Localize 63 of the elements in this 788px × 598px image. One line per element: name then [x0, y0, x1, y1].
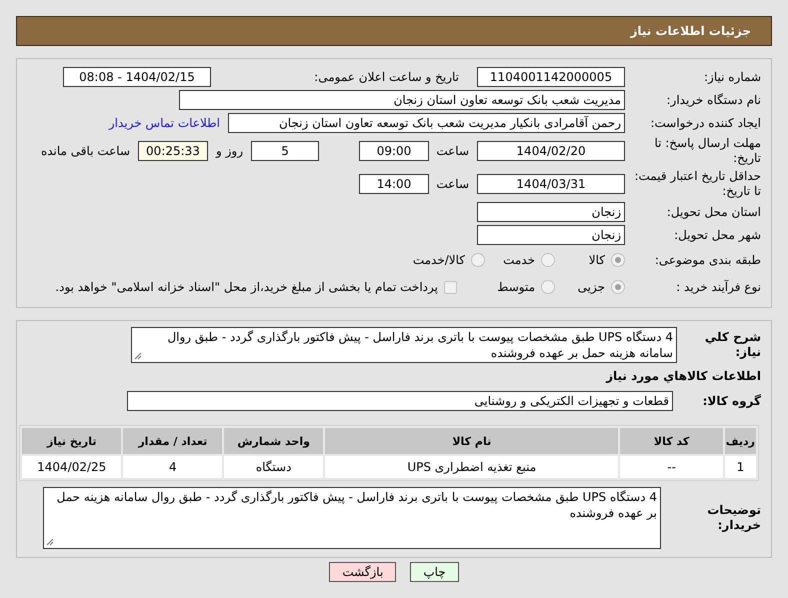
days-label: روز و	[216, 144, 243, 158]
radio-label: کالا	[588, 253, 605, 267]
days-field: 5	[251, 141, 319, 161]
back-button[interactable]: بازگشت	[329, 562, 396, 582]
field-label: شهر محل تحویل:	[673, 228, 761, 242]
table-cell: 1404/02/25	[22, 456, 122, 478]
time-field: 09:00	[359, 141, 429, 161]
time-field: 14:00	[359, 174, 429, 194]
table-cell: 1	[724, 456, 756, 478]
radio-button[interactable]	[541, 280, 555, 294]
field-label: توضیحات خریدار:	[706, 503, 761, 533]
buyer-contact-link[interactable]: اطلاعات تماس خریدار	[108, 116, 220, 130]
radio-button[interactable]	[611, 253, 625, 267]
column-header: واحد شمارش	[224, 428, 324, 454]
radio-label: متوسط	[497, 280, 535, 294]
announce-date-field: 1404/02/15 - 08:08	[63, 67, 211, 87]
time-label: ساعت	[437, 144, 469, 158]
radio-label: جزیی	[578, 280, 605, 294]
time-label: ساعت	[437, 177, 469, 191]
column-header: کد کالا	[620, 428, 723, 454]
radio-button[interactable]	[471, 253, 485, 267]
page-title: جزئیات اطلاعات نیاز	[16, 16, 772, 46]
table-cell: منبع تغذیه اضطراری UPS	[325, 456, 618, 478]
resize-grip-icon[interactable]	[46, 538, 54, 546]
province-field: زنجان	[477, 202, 625, 222]
checkbox-label: پرداخت تمام یا بخشی از مبلغ خرید،از محل "اسناد خزانه اسلامی" خواهد بود.	[55, 280, 438, 294]
column-header: تعداد / مقدار	[123, 428, 222, 454]
column-header: تاریخ نیاز	[22, 428, 122, 454]
field-label: نام دستگاه خریدار:	[666, 92, 761, 108]
column-header: ردیف	[724, 428, 756, 454]
radio-button[interactable]	[541, 253, 555, 267]
checkbox[interactable]	[444, 280, 457, 294]
field-label: شرح کلي نیاز:	[704, 330, 761, 360]
requester-field: رحمن آقامرادی بانکیار مدیریت شعب بانک توسعه تعاون استان زنجان	[228, 113, 625, 133]
buyer-notes-field: 4 دستگاه UPS طبق مشخصات پیوست با باتری برند فاراسل - پیش فاکتور بارگذاری گردد - طبق روال سامانه هزینه حمل بر عهده فروشنده	[43, 487, 661, 549]
radio-label: خدمت	[503, 253, 535, 267]
print-button[interactable]: چاپ	[410, 562, 459, 582]
goods-group-field: قطعات و تجهیزات الکتریکی و روشنایی	[127, 391, 673, 411]
buyer-org-field: مدیریت شعب بانک توسعه تعاون استان زنجان	[179, 90, 625, 110]
table-cell: 4	[123, 456, 222, 478]
city-field: زنجان	[477, 225, 625, 245]
remaining-time-field: 00:25:33	[138, 141, 208, 161]
field-label: طبقه بندی موضوعی:	[654, 252, 761, 268]
field-label: ایجاد کننده درخواست:	[649, 116, 761, 130]
date-field: 1404/03/31	[477, 174, 625, 194]
date-field: 1404/02/20	[477, 141, 625, 161]
table-cell: دستگاه	[224, 456, 324, 478]
column-header: نام کالا	[325, 428, 618, 454]
field-label: استان محل تحویل:	[666, 204, 761, 220]
field-label: حداقل تاریخ اعتبار قیمت: تا تاریخ:	[633, 169, 761, 199]
resize-grip-icon[interactable]	[134, 352, 142, 360]
field-label: تاریخ و ساعت اعلان عمومی:	[313, 70, 460, 84]
field-label: گروه کالا:	[702, 394, 761, 408]
section-heading: اطلاعات کالاهاي مورد نیاز	[604, 368, 761, 385]
description-field: 4 دستگاه UPS طبق مشخصات پیوست با باتری برند فاراسل - پیش فاکتور بارگذاری گردد - طبق روال سامانه هزینه حمل بر عهده فروشنده	[131, 327, 677, 363]
field-label: شماره نیاز:	[703, 70, 761, 84]
radio-label: کالا/خدمت	[412, 253, 465, 267]
remaining-label: ساعت باقی مانده	[40, 144, 130, 158]
radio-button[interactable]	[611, 280, 625, 294]
field-label: نوع فرآیند خرید :	[675, 280, 761, 294]
field-label: مهلت ارسال پاسخ: تا تاریخ:	[653, 136, 761, 166]
need-number-field: 1104001142000005	[477, 67, 625, 87]
table-cell: --	[620, 456, 723, 478]
